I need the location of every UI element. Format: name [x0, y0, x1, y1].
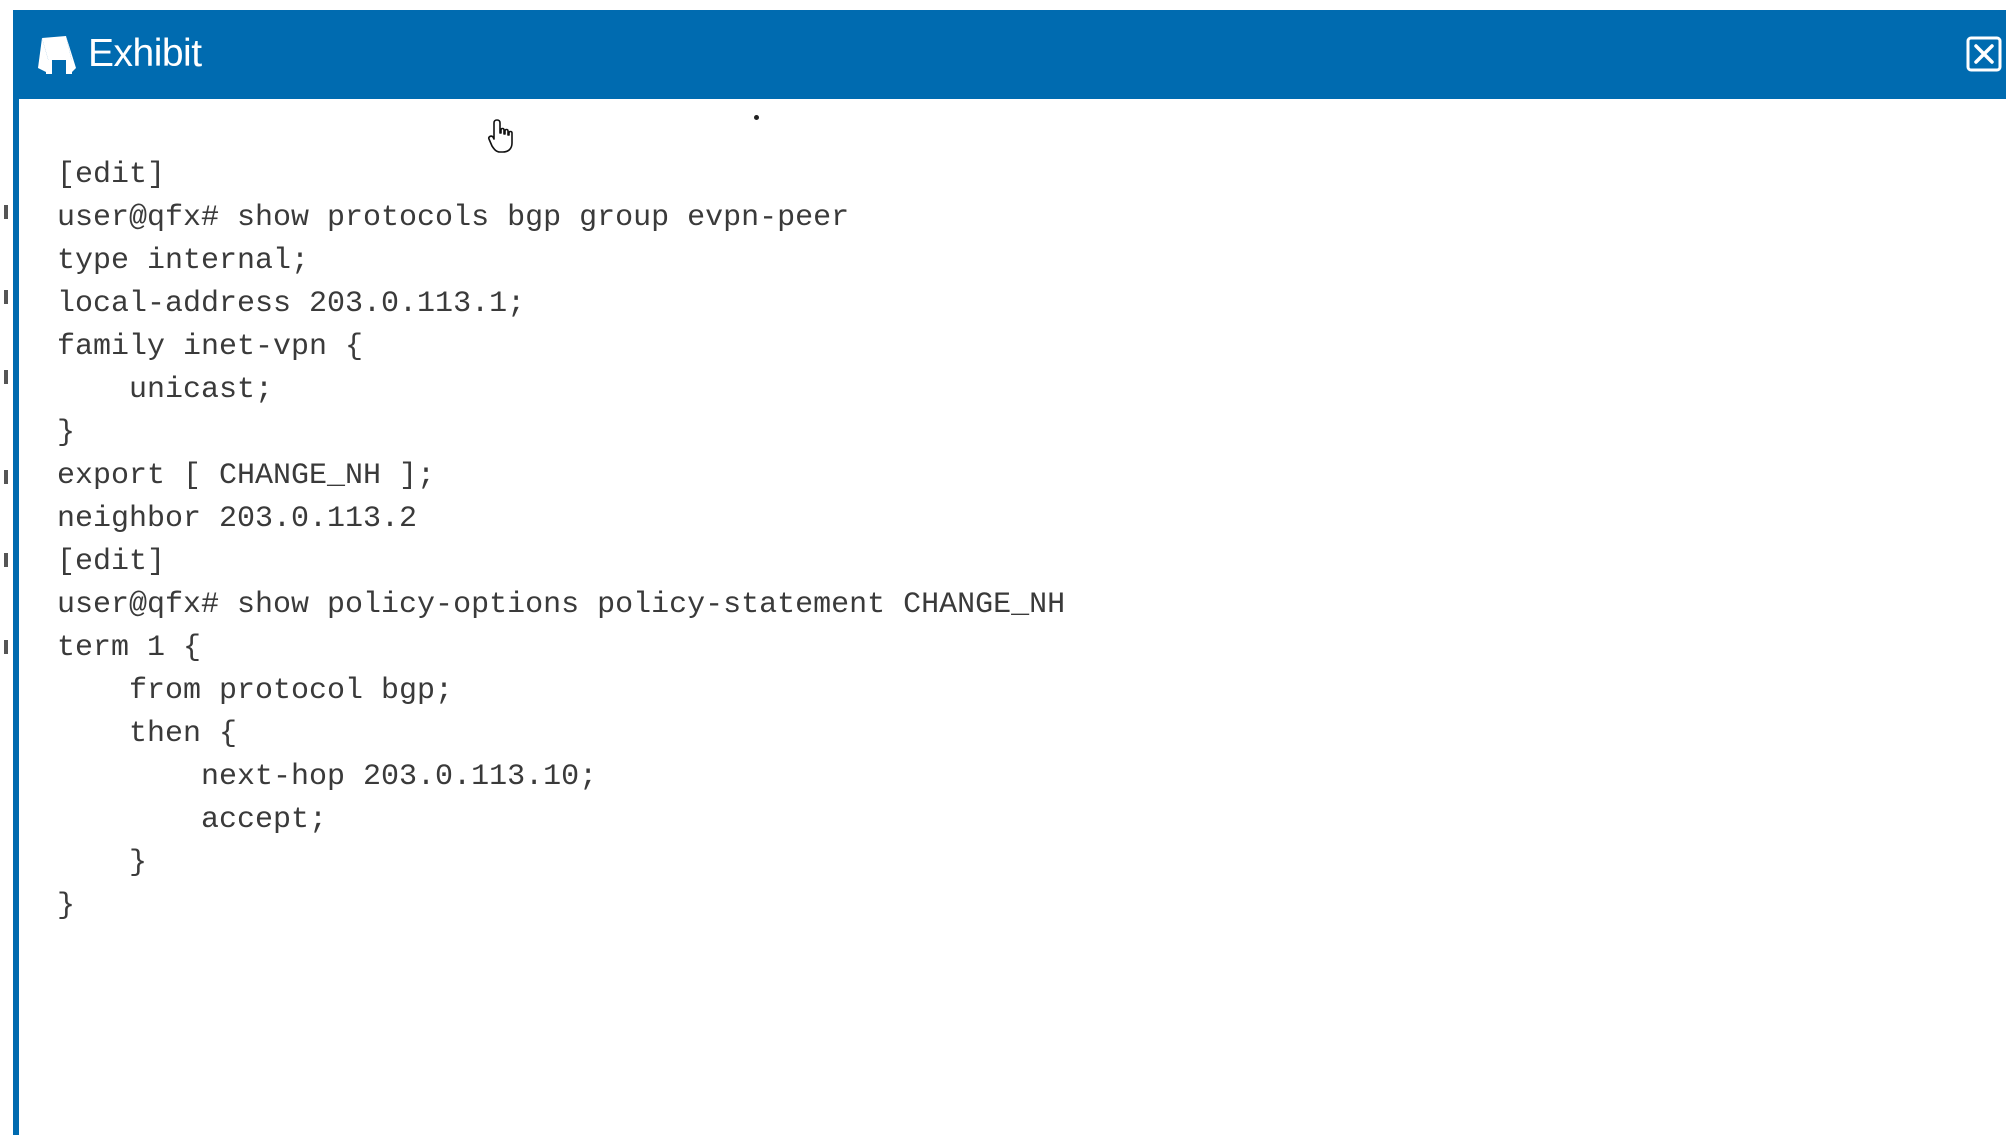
page: Exhibit [edit] user@qfx# show protocols b… — [0, 0, 2006, 1135]
code-line: from protocol bgp; — [57, 674, 454, 708]
window-title: Exhibit — [88, 32, 202, 75]
exhibit-content: [edit] user@qfx# show protocols bgp group… — [19, 99, 2006, 1135]
exhibit-window: Exhibit [edit] user@qfx# show protocols b… — [13, 10, 2006, 1135]
code-line: [edit] — [57, 158, 166, 192]
code-line: [edit] — [57, 545, 166, 579]
code-line: unicast; — [57, 373, 274, 407]
code-line: accept; — [57, 803, 328, 837]
code-line: family inet-vpn { — [57, 330, 364, 364]
stray-dot — [754, 115, 759, 120]
title-bar[interactable]: Exhibit — [19, 10, 2006, 99]
code-line: then { — [57, 717, 238, 751]
hand-pointer-icon — [488, 119, 513, 153]
code-line: next-hop 203.0.113.10; — [57, 760, 598, 794]
code-line: local-address 203.0.113.1; — [57, 287, 526, 321]
code-line: export [ CHANGE_NH ]; — [57, 459, 436, 493]
code-line: type internal; — [57, 244, 310, 278]
left-edge-marks — [4, 0, 10, 1135]
code-line: } — [57, 846, 148, 880]
close-icon[interactable] — [1966, 36, 2002, 72]
book-reader-icon — [38, 36, 76, 74]
code-line: } — [57, 416, 76, 450]
code-line: } — [57, 889, 76, 923]
code-line: user@qfx# show policy-options policy-sta… — [57, 588, 1066, 622]
code-line: user@qfx# show protocols bgp group evpn-… — [57, 201, 850, 235]
cli-output: [edit] user@qfx# show protocols bgp group… — [57, 154, 1065, 928]
code-line: neighbor 203.0.113.2 — [57, 502, 418, 536]
code-line: term 1 { — [57, 631, 202, 665]
